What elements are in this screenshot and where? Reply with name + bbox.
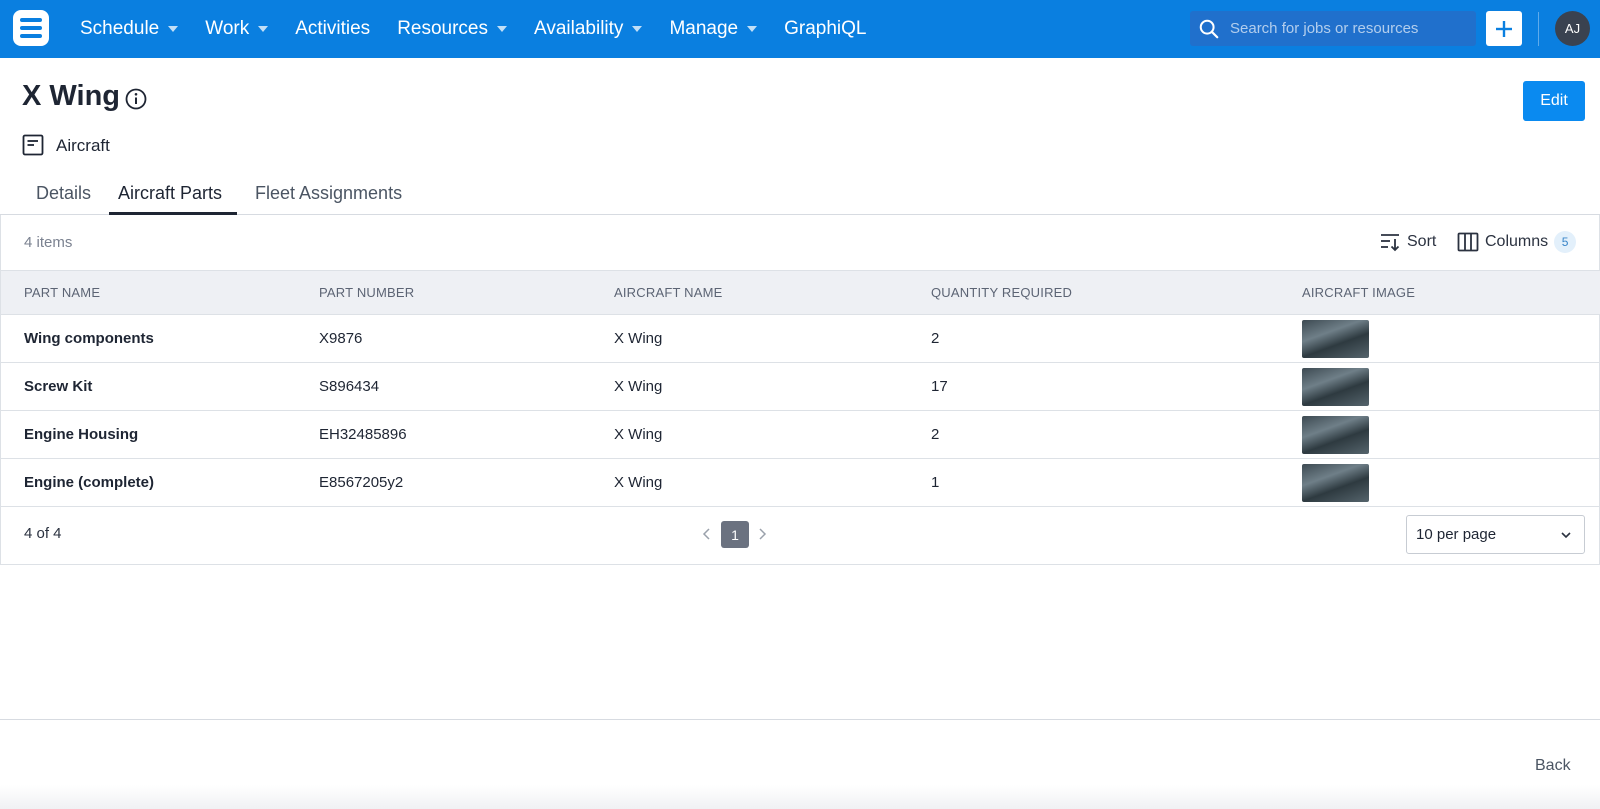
quantity-cell: 2	[931, 330, 940, 347]
aircraft-thumbnail[interactable]	[1302, 415, 1369, 454]
column-header-aircraft-image[interactable]: Aircraft Image	[1302, 271, 1600, 315]
search-icon	[1199, 19, 1219, 38]
chevron-left-icon[interactable]	[701, 527, 713, 541]
chevron-right-icon[interactable]	[756, 527, 768, 541]
aircraft-name-cell: X Wing	[614, 426, 663, 443]
resource-type-label: Aircraft	[56, 136, 110, 155]
table-toolbar: 4 items Sort Columns 5	[1, 215, 1600, 270]
sort-button[interactable]: Sort	[1379, 230, 1436, 254]
aircraft-image-cell	[1302, 315, 1600, 363]
columns-button[interactable]: Columns 5	[1457, 230, 1577, 254]
columns-icon	[1457, 232, 1479, 252]
caret-down-icon	[747, 26, 758, 32]
sort-icon	[1381, 234, 1400, 252]
table-row[interactable]: Wing components X9876 X Wing 2	[1, 315, 1600, 363]
nav-item-schedule[interactable]: Schedule	[80, 18, 179, 40]
aircraft-thumbnail[interactable]	[1302, 367, 1369, 406]
nav-item-label: GraphiQL	[784, 18, 867, 39]
resource-type-icon	[22, 134, 44, 156]
part-number-cell: E8567205y2	[319, 474, 404, 491]
search-input[interactable]	[1230, 20, 1470, 37]
info-icon[interactable]	[124, 87, 148, 111]
nav-item-label: Activities	[295, 18, 371, 39]
footer-shadow	[0, 785, 1600, 809]
nav-item-label: Work	[205, 18, 250, 39]
avatar[interactable]: AJ	[1555, 11, 1590, 46]
nav-item-label: Availability	[534, 18, 624, 39]
aircraft-name-cell: X Wing	[614, 330, 663, 347]
quantity-cell: 1	[931, 474, 940, 491]
part-name-cell: Screw Kit	[24, 378, 93, 395]
edit-button[interactable]: Edit	[1523, 81, 1585, 121]
caret-down-icon	[258, 26, 269, 32]
part-number-cell: S896434	[319, 378, 380, 395]
caret-down-icon	[632, 26, 643, 32]
aircraft-image-cell	[1302, 411, 1600, 459]
nav-item-activities[interactable]: Activities	[295, 18, 370, 40]
footer-divider	[0, 719, 1600, 720]
nav-item-availability[interactable]: Availability	[534, 18, 643, 40]
tab-details[interactable]: Details	[36, 172, 91, 215]
nav-item-label: Schedule	[80, 18, 160, 39]
plus-icon	[1496, 20, 1512, 37]
nav-item-label: Manage	[669, 18, 739, 39]
nav-item-label: Resources	[397, 18, 489, 39]
top-nav: Schedule Work Activities Resources Avail…	[0, 0, 1600, 58]
per-page-value: 10 per page	[1416, 526, 1497, 543]
nav-item-resources[interactable]: Resources	[397, 18, 508, 40]
tab-fleet-assignments[interactable]: Fleet Assignments	[255, 172, 402, 215]
nav-item-manage[interactable]: Manage	[669, 18, 758, 40]
aircraft-image-cell	[1302, 363, 1600, 411]
nav-item-graphiql[interactable]: GraphiQL	[784, 18, 866, 40]
caret-down-icon	[497, 26, 508, 32]
page-title: X Wing	[22, 80, 121, 112]
tab-aircraft-parts[interactable]: Aircraft Parts	[118, 172, 222, 215]
caret-down-icon	[168, 26, 179, 32]
per-page-select[interactable]: 10 per page	[1406, 515, 1585, 554]
table-header-row: Part Name Part Number Aircraft Name Quan…	[1, 270, 1600, 315]
back-button[interactable]: Back	[1535, 757, 1571, 775]
column-header-part-number[interactable]: Part Number	[319, 271, 614, 315]
sort-label: Sort	[1407, 233, 1437, 250]
part-name-cell: Engine Housing	[24, 426, 139, 443]
part-name-cell: Engine (complete)	[24, 474, 155, 491]
aircraft-thumbnail[interactable]	[1302, 463, 1369, 502]
global-search	[1190, 11, 1476, 46]
parts-table-panel: 4 items Sort Columns 5 Part Name	[0, 215, 1600, 565]
pagination-range: 4 of 4	[24, 525, 62, 542]
quantity-cell: 17	[931, 378, 948, 395]
column-header-aircraft-name[interactable]: Aircraft Name	[614, 271, 931, 315]
table-row[interactable]: Screw Kit S896434 X Wing 17	[1, 363, 1600, 411]
aircraft-name-cell: X Wing	[614, 378, 663, 395]
aircraft-name-cell: X Wing	[614, 474, 663, 491]
parts-table: Part Name Part Number Aircraft Name Quan…	[1, 270, 1600, 507]
nav-divider	[1538, 12, 1539, 46]
pagination: 4 of 4 1 10 per page	[1, 505, 1600, 564]
part-number-cell: EH32485896	[319, 426, 407, 443]
item-count: 4 items	[24, 234, 73, 251]
part-name-cell: Wing components	[24, 330, 154, 347]
tab-bar: Details Aircraft Parts Fleet Assignments	[0, 172, 1600, 215]
table-row[interactable]: Engine Housing EH32485896 X Wing 2	[1, 411, 1600, 459]
page-number-current[interactable]: 1	[721, 521, 749, 548]
table-row[interactable]: Engine (complete) E8567205y2 X Wing 1	[1, 459, 1600, 507]
nav-menu: Schedule Work Activities Resources Avail…	[80, 0, 893, 58]
part-number-cell: X9876	[319, 330, 363, 347]
columns-count-badge: 5	[1554, 231, 1577, 253]
add-button[interactable]	[1486, 11, 1522, 46]
nav-item-work[interactable]: Work	[205, 18, 269, 40]
column-header-quantity-required[interactable]: Quantity Required	[931, 271, 1302, 315]
quantity-cell: 2	[931, 426, 940, 443]
app-logo[interactable]	[13, 10, 49, 46]
column-header-part-name[interactable]: Part Name	[1, 271, 319, 315]
aircraft-image-cell	[1302, 459, 1600, 507]
columns-label: Columns	[1485, 233, 1549, 250]
chevron-down-icon	[1561, 532, 1571, 539]
aircraft-thumbnail[interactable]	[1302, 319, 1369, 358]
